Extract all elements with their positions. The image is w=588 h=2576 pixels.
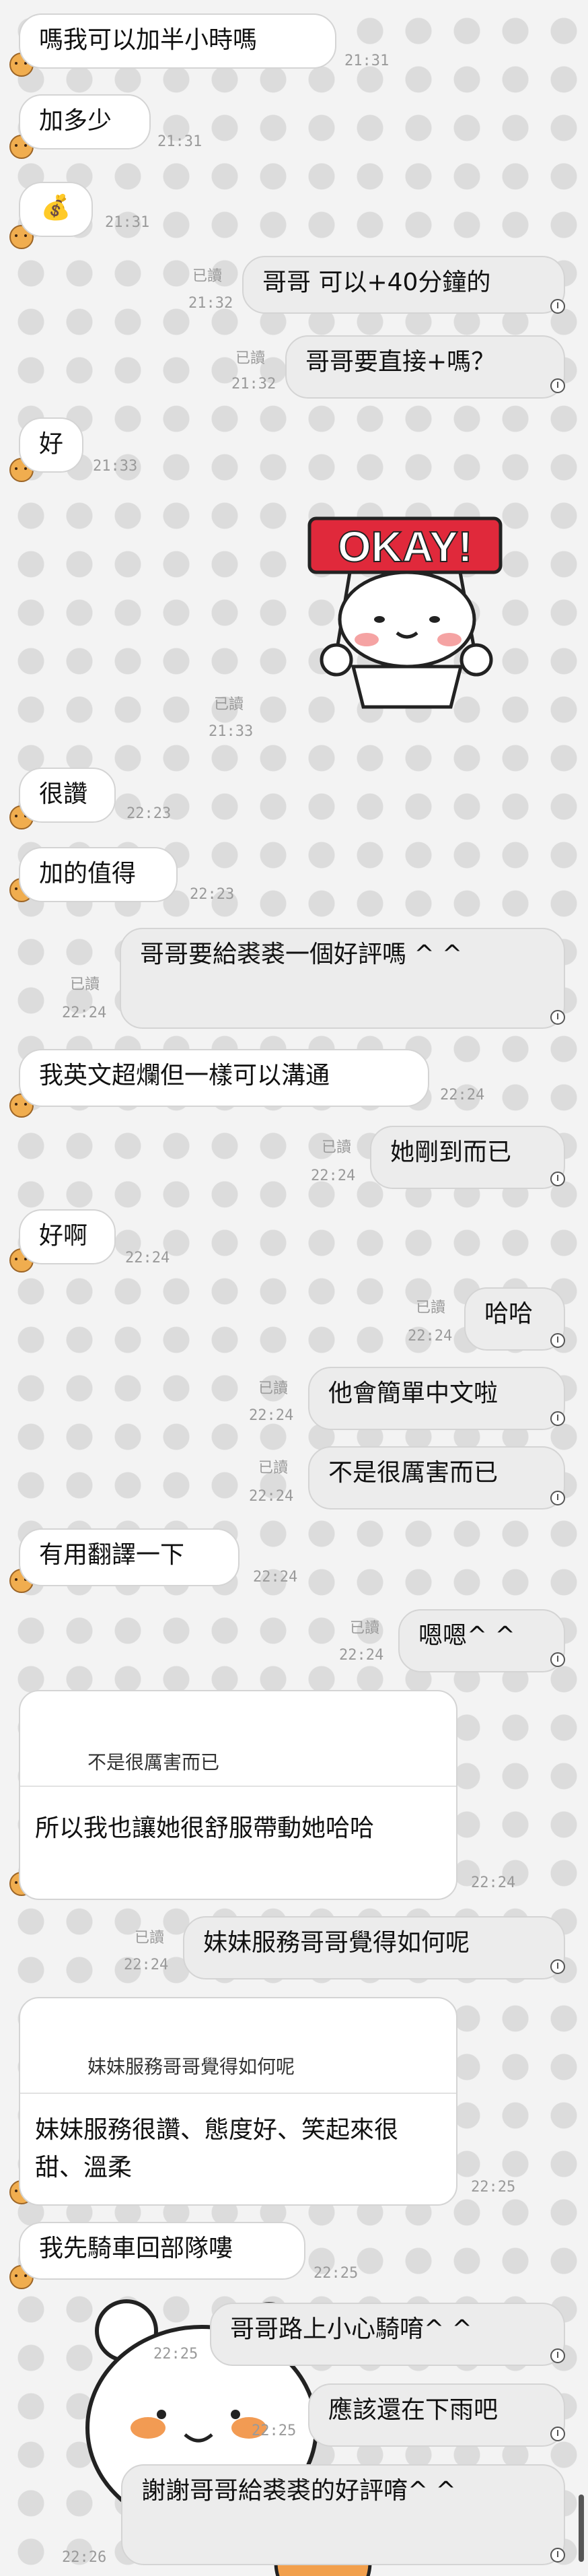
message-time: 22:24 xyxy=(408,1328,453,1345)
message-time: 22:24 xyxy=(249,1488,294,1505)
message-time: 22:23 xyxy=(126,805,172,822)
read-receipt: 已讀 xyxy=(258,1460,289,1477)
read-receipt: 已讀 xyxy=(235,350,266,367)
message-time: 22:24 xyxy=(125,1250,170,1266)
message-tail-icon xyxy=(550,299,565,314)
quoted-text: 不是很厲害而已 xyxy=(87,1751,220,1773)
message-tail-icon xyxy=(550,1333,565,1348)
message-tail-icon xyxy=(550,2427,565,2441)
read-receipt: 已讀 xyxy=(192,268,223,285)
incoming-message-bubble[interactable]: 加的值得 xyxy=(19,847,178,902)
message-time: 21:33 xyxy=(209,723,254,740)
outgoing-message-bubble[interactable]: 妹妹服務哥哥覺得如何呢 xyxy=(183,1916,565,1979)
message-time: 21:31 xyxy=(157,133,203,150)
message-time: 22:24 xyxy=(311,1167,356,1184)
message-tail-icon xyxy=(550,1959,565,1974)
incoming-message-bubble[interactable]: 很讚 xyxy=(19,768,116,823)
message-time: 22:25 xyxy=(252,2422,297,2439)
incoming-message-bubble[interactable]: 我先騎車回部隊嘍 xyxy=(19,2222,305,2280)
read-receipt: 已讀 xyxy=(258,1380,289,1397)
outgoing-message-bubble[interactable]: 她剛到而已 xyxy=(370,1126,565,1189)
message-tail-icon xyxy=(550,1652,565,1667)
message-time: 22:24 xyxy=(124,1957,169,1973)
incoming-message-bubble[interactable]: 我英文超爛但一樣可以溝通 xyxy=(19,1049,429,1107)
read-receipt: 已讀 xyxy=(214,696,244,713)
scrollbar[interactable] xyxy=(579,2495,584,2562)
message-time: 22:24 xyxy=(440,1087,485,1104)
incoming-message-bubble[interactable]: 有用翻譯一下 xyxy=(19,1528,240,1586)
message-time: 22:25 xyxy=(314,2265,359,2282)
read-receipt: 已讀 xyxy=(135,1930,165,1946)
reply-message-bubble[interactable]: 不是很厲害而已 所以我也讓她很舒服帶動她哈哈 xyxy=(19,1690,457,1900)
message-time: 22:26 xyxy=(62,2549,107,2566)
message-tail-icon xyxy=(550,2348,565,2363)
read-receipt: 已讀 xyxy=(350,1620,380,1637)
message-tail-icon xyxy=(550,1491,565,1505)
reply-text: 所以我也讓她很舒服帶動她哈哈 xyxy=(35,1815,375,1842)
outgoing-message-bubble[interactable]: 哥哥要直接+嗎？ xyxy=(285,335,565,399)
incoming-message-bubble[interactable]: 好 xyxy=(19,417,83,473)
incoming-message-bubble[interactable]: 加多少 xyxy=(19,94,151,149)
incoming-message-bubble[interactable]: 好啊 xyxy=(19,1209,116,1264)
outgoing-message-bubble[interactable]: 謝謝哥哥給裘裘的好評唷^ ^ xyxy=(121,2464,565,2565)
message-time: 22:24 xyxy=(471,1874,516,1891)
message-time: 21:31 xyxy=(105,214,150,231)
message-tail-icon xyxy=(550,2548,565,2563)
quoted-text: 妹妹服務哥哥覺得如何呢 xyxy=(87,2056,295,2078)
message-time: 21:32 xyxy=(231,376,277,393)
outgoing-message-bubble[interactable]: 嗯嗯^ ^ xyxy=(398,1609,565,1672)
message-tail-icon xyxy=(550,1172,565,1186)
quoted-message[interactable]: 不是很厲害而已 xyxy=(20,1691,456,1787)
reply-text: 妹妹服務很讚、態度好、笑起來很甜、溫柔 xyxy=(35,2116,399,2181)
incoming-message-bubble[interactable]: 💰 xyxy=(19,182,93,237)
message-time: 22:23 xyxy=(190,886,235,903)
message-time: 22:25 xyxy=(471,2179,516,2196)
read-receipt: 已讀 xyxy=(70,976,100,993)
quoted-message[interactable]: 妹妹服務哥哥覺得如何呢 xyxy=(20,1998,456,2094)
sticker-text: OKAY! xyxy=(338,522,472,571)
read-receipt: 已讀 xyxy=(322,1139,352,1156)
outgoing-message-bubble[interactable]: 哥哥要給裘裘一個好評嗎 ^ ^ xyxy=(120,928,565,1029)
reply-message-bubble[interactable]: 妹妹服務哥哥覺得如何呢 妹妹服務很讚、態度好、笑起來很甜、溫柔 xyxy=(19,1997,457,2206)
message-tail-icon xyxy=(550,378,565,393)
outgoing-message-bubble[interactable]: 哥哥路上小心騎唷^ ^ xyxy=(210,2303,565,2366)
outgoing-message-bubble[interactable]: 應該還在下雨吧 xyxy=(308,2383,565,2447)
message-tail-icon xyxy=(550,1411,565,1426)
message-time: 21:31 xyxy=(344,53,390,69)
message-time: 21:32 xyxy=(188,295,233,312)
okay-sticker[interactable]: OKAY! xyxy=(296,498,518,720)
message-time: 22:25 xyxy=(153,2346,198,2363)
message-time: 22:24 xyxy=(339,1647,384,1664)
message-tail-icon xyxy=(550,1010,565,1025)
read-receipt: 已讀 xyxy=(416,1299,446,1316)
message-time: 22:24 xyxy=(62,1005,107,1021)
message-time: 22:24 xyxy=(249,1407,294,1424)
incoming-message-bubble[interactable]: 嗎我可以加半小時嗎 xyxy=(19,13,336,69)
message-time: 22:24 xyxy=(253,1569,298,1586)
outgoing-message-bubble[interactable]: 不是很厲害而已 xyxy=(308,1446,565,1510)
outgoing-message-bubble[interactable]: 他會簡單中文啦 xyxy=(308,1367,565,1430)
message-time: 21:33 xyxy=(93,458,138,475)
money-bag-icon: 💰 xyxy=(40,194,71,222)
outgoing-message-bubble[interactable]: 哥哥 可以+40分鐘的 xyxy=(242,256,565,314)
